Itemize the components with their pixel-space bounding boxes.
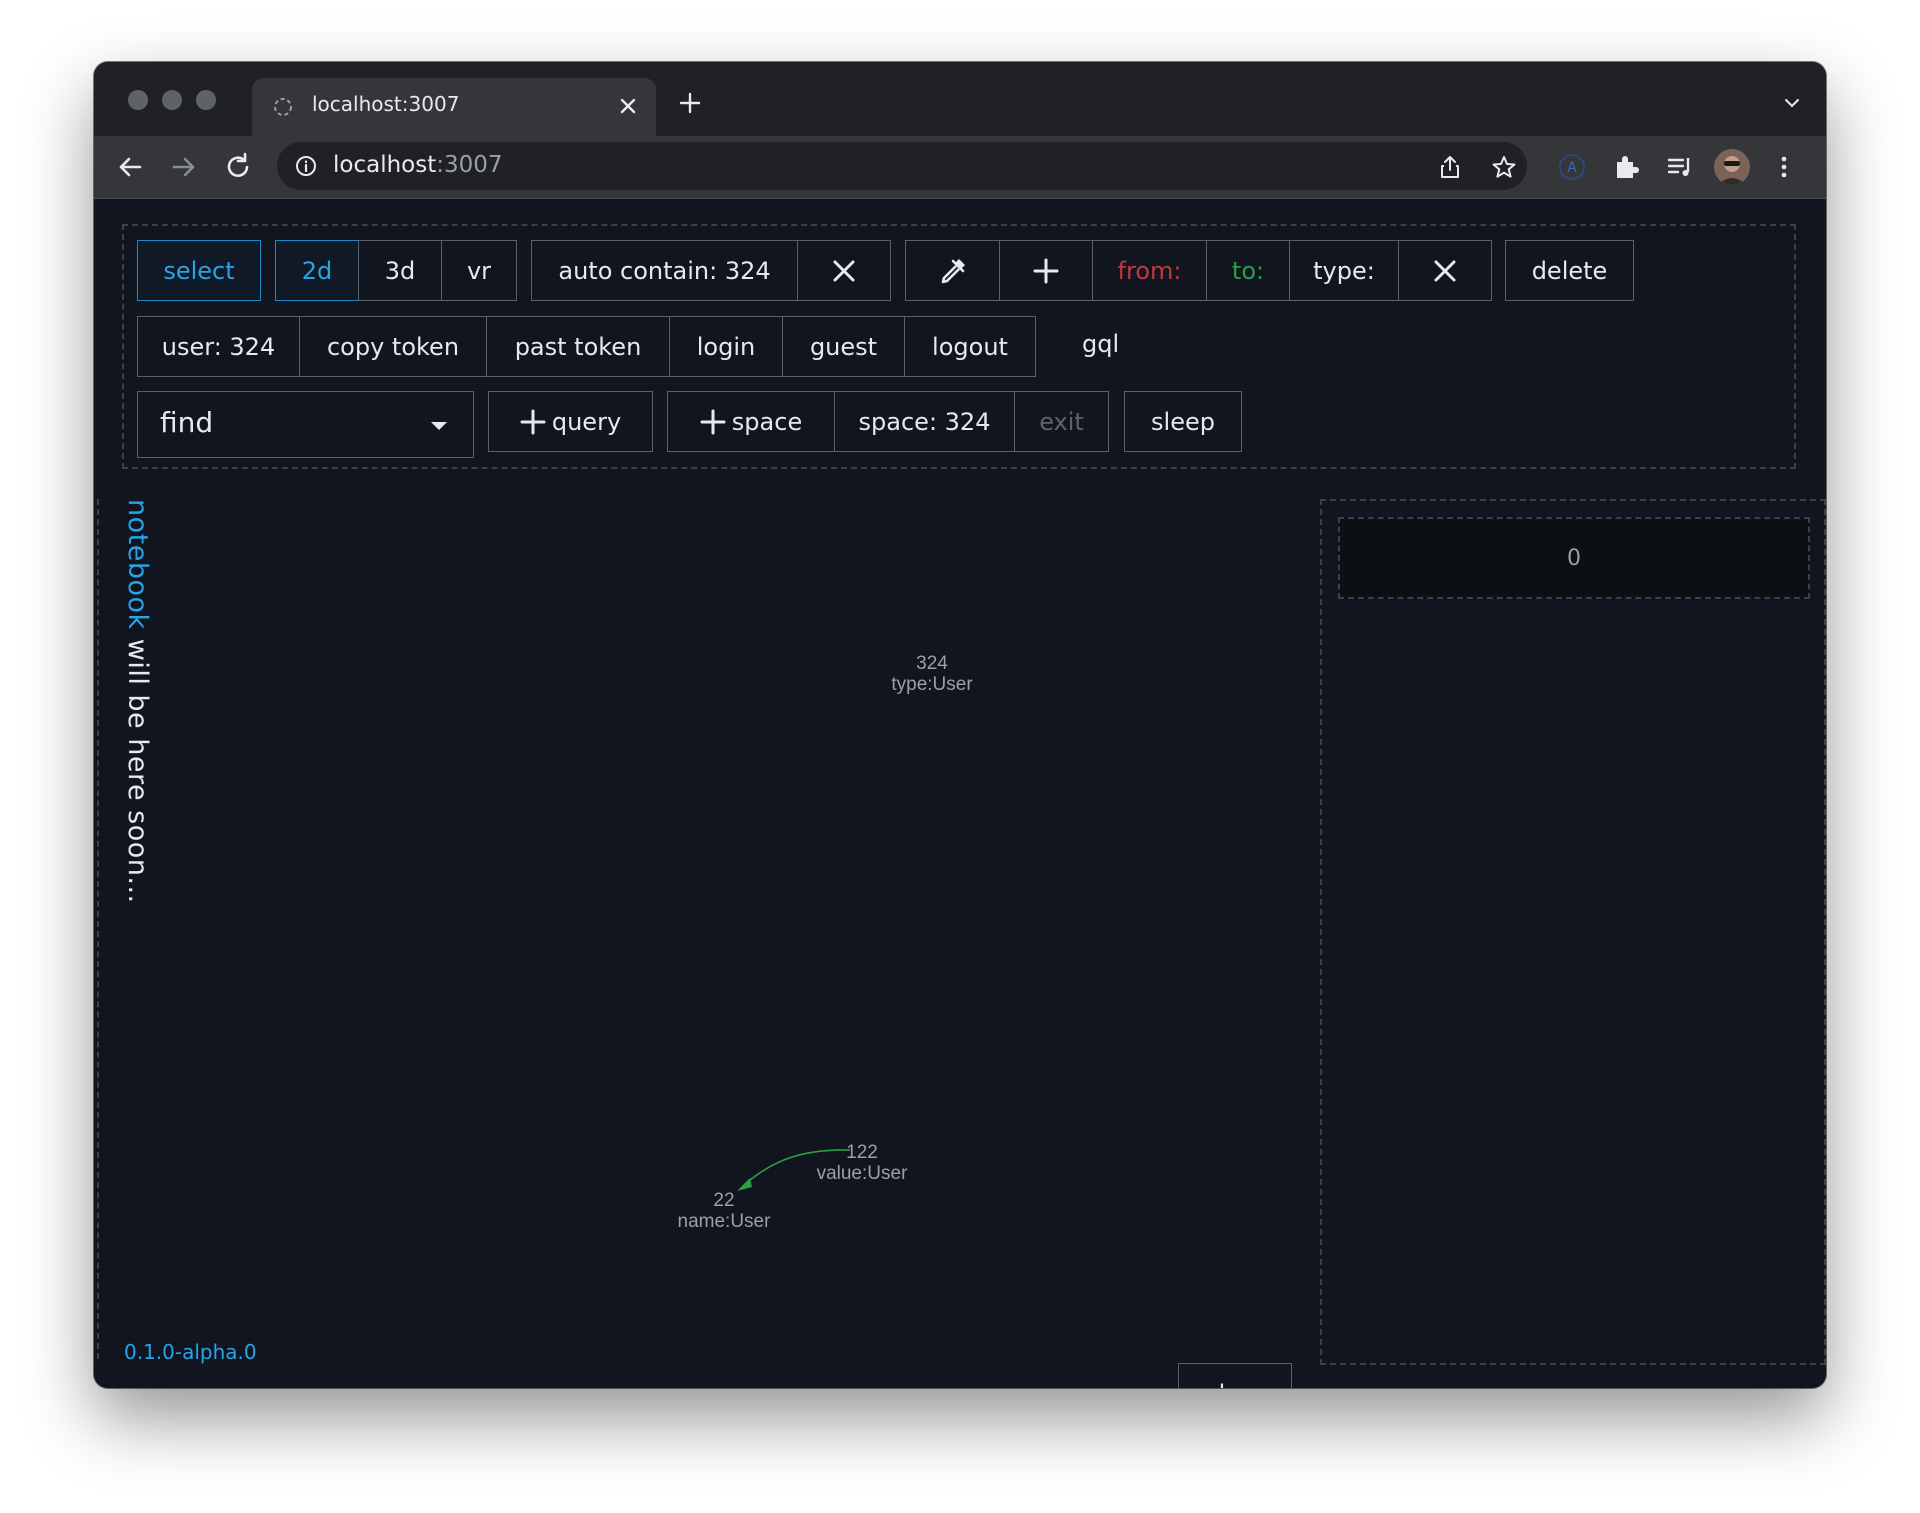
to-button[interactable]: to: xyxy=(1206,240,1290,301)
caret-down-icon xyxy=(431,422,447,430)
media-queue-icon[interactable] xyxy=(1665,152,1695,182)
plus-icon xyxy=(520,409,546,434)
eyedropper-icon xyxy=(941,258,965,283)
exit-button[interactable]: exit xyxy=(1014,391,1109,452)
profile-avatar[interactable] xyxy=(1714,149,1750,185)
mode-2d-button[interactable]: 2d xyxy=(275,240,359,301)
back-icon[interactable] xyxy=(114,151,146,183)
browser-tab[interactable]: localhost:3007 xyxy=(252,78,656,136)
add-edge-button[interactable] xyxy=(999,240,1093,301)
find-select[interactable]: find xyxy=(137,391,474,458)
loading-favicon-icon xyxy=(274,98,292,116)
info-icon[interactable] xyxy=(295,155,317,177)
notebook-placeholder: notebook will be here soon... xyxy=(122,499,153,904)
type-button[interactable]: type: xyxy=(1289,240,1399,301)
share-icon[interactable] xyxy=(1437,154,1463,180)
plus-icon xyxy=(700,409,726,434)
page-viewport: select 2d 3d vr auto contain: 324 from: … xyxy=(94,199,1826,1388)
copy-token-button[interactable]: copy token xyxy=(299,316,487,377)
node-id: 22 xyxy=(713,1190,735,1211)
delete-button[interactable]: delete xyxy=(1505,240,1634,301)
bookmark-star-icon[interactable] xyxy=(1491,154,1517,180)
close-window-button[interactable] xyxy=(128,90,148,110)
user-button[interactable]: user: 324 xyxy=(137,316,300,377)
past-token-button[interactable]: past token xyxy=(486,316,670,377)
forward-icon[interactable] xyxy=(168,151,200,183)
node-id: 324 xyxy=(916,653,948,674)
select-button[interactable]: select xyxy=(137,240,261,301)
tab-title: localhost:3007 xyxy=(312,92,460,116)
svg-text:A: A xyxy=(1567,160,1577,176)
node-id: 122 xyxy=(846,1142,878,1163)
graph-node[interactable]: 122 value:User xyxy=(802,1142,922,1184)
clear-auto-contain-button[interactable] xyxy=(797,240,891,301)
selection-count: 0 xyxy=(1338,517,1810,599)
sleep-button[interactable]: sleep xyxy=(1124,391,1242,452)
add-space-button[interactable]: space xyxy=(667,391,835,452)
extension-a-icon[interactable]: A xyxy=(1557,152,1587,182)
more-menu-icon[interactable] xyxy=(1769,152,1799,182)
login-button[interactable]: login xyxy=(669,316,783,377)
side-panel xyxy=(1320,499,1826,1365)
clear-edge-button[interactable] xyxy=(1398,240,1492,301)
title-bar: localhost:3007 xyxy=(94,62,1826,136)
node-type: value:User xyxy=(816,1163,908,1184)
graph-node[interactable]: 324 type:User xyxy=(872,653,992,695)
extensions-puzzle-icon[interactable] xyxy=(1611,152,1641,182)
add-query-button[interactable]: query xyxy=(488,391,653,452)
version-label: 0.1.0-alpha.0 xyxy=(124,1340,257,1364)
guest-button[interactable]: guest xyxy=(782,316,905,377)
plus-icon xyxy=(1033,258,1059,283)
logout-button[interactable]: logout xyxy=(904,316,1036,377)
close-icon xyxy=(1434,260,1456,281)
find-select-value: find xyxy=(160,406,214,439)
browser-toolbar: localhost:3007 A xyxy=(94,136,1826,199)
close-tab-icon[interactable] xyxy=(616,94,640,118)
reload-icon[interactable] xyxy=(222,151,254,183)
maximize-window-button[interactable] xyxy=(196,90,216,110)
graph-node[interactable]: 22 name:User xyxy=(659,1190,789,1232)
chevron-down-icon[interactable] xyxy=(1782,93,1802,113)
space-button[interactable]: space: 324 xyxy=(834,391,1015,452)
close-icon xyxy=(833,260,855,281)
clear-button[interactable]: clear xyxy=(1178,1363,1292,1388)
new-tab-icon[interactable] xyxy=(678,91,702,115)
add-space-label: space xyxy=(731,407,803,436)
avatar-face-icon xyxy=(1714,149,1750,185)
gql-link[interactable]: gql xyxy=(1082,330,1119,358)
node-type: name:User xyxy=(677,1211,771,1232)
add-query-label: query xyxy=(551,407,622,436)
minimize-window-button[interactable] xyxy=(162,90,182,110)
auto-contain-button[interactable]: auto contain: 324 xyxy=(531,240,798,301)
mode-vr-button[interactable]: vr xyxy=(441,240,517,301)
node-type: type:User xyxy=(891,674,973,695)
address-bar[interactable]: localhost:3007 xyxy=(277,142,1527,190)
url-text: localhost:3007 xyxy=(333,152,503,178)
pick-node-button[interactable] xyxy=(905,240,1000,301)
mode-3d-button[interactable]: 3d xyxy=(358,240,442,301)
from-button[interactable]: from: xyxy=(1092,240,1207,301)
browser-window: localhost:3007 localhost:3007 A select 2… xyxy=(94,62,1826,1388)
